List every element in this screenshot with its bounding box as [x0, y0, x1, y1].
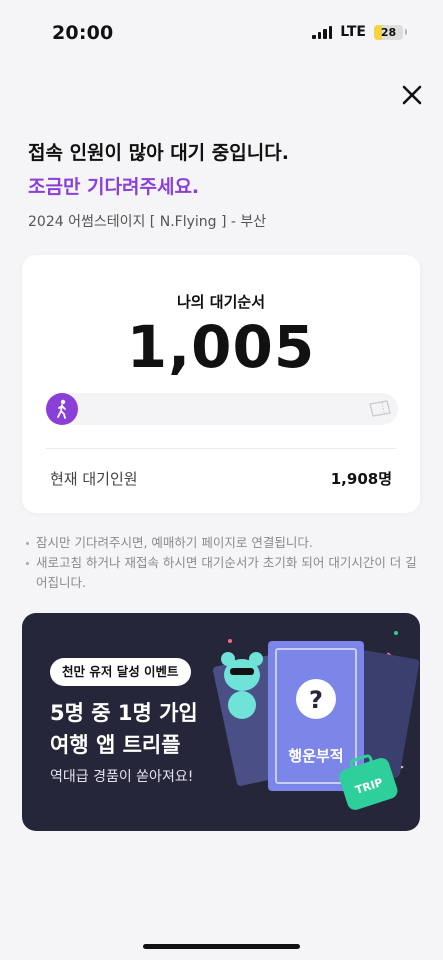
card-divider [46, 448, 396, 449]
banner-illustration: ? 행운부적 TRIP [213, 631, 420, 810]
notice-item: 잠시만 기다려주시면, 예매하기 페이지로 연결됩니다. [26, 533, 418, 553]
network-label: LTE [340, 24, 366, 40]
lucky-card-text: 행운부적 [288, 747, 343, 765]
lucky-card-symbol: ? [309, 686, 323, 714]
battery-level: 28 [380, 25, 397, 39]
home-indicator[interactable] [143, 944, 300, 949]
battery-tip [405, 29, 407, 35]
banner-subtitle: 역대급 경품이 쏟아져요! [50, 769, 194, 785]
status-time: 20:00 [52, 22, 114, 44]
waiting-count-label: 현재 대기인원 [50, 470, 138, 488]
status-bar: 20:00 LTE 28 [0, 0, 443, 64]
page-subtitle: 조금만 기다려주세요. [28, 176, 200, 198]
signal-icon [312, 25, 333, 39]
close-button[interactable] [399, 82, 425, 108]
battery-icon: 28 [374, 24, 403, 40]
waiting-count-value: 1,908명 [330, 470, 392, 488]
banner-title-line2: 여행 앱 트리플 [50, 733, 181, 757]
runner-icon [46, 393, 78, 425]
status-indicators: LTE 28 [312, 24, 407, 40]
queue-label: 나의 대기순서 [176, 293, 266, 311]
notice-list: 잠시만 기다려주시면, 예매하기 페이지로 연결됩니다. 새로고침 하거나 재접… [26, 533, 418, 593]
banner-title: 5명 중 1명 가입 여행 앱 트리플 [50, 697, 198, 761]
queue-number: 1,005 [126, 313, 316, 381]
queue-card: 나의 대기순서 1,005 현재 대기인원 1,908명 [22, 255, 420, 513]
promo-banner[interactable]: 천만 유저 달성 이벤트 5명 중 1명 가입 여행 앱 트리플 역대급 경품이… [22, 613, 420, 831]
close-icon [402, 85, 422, 105]
event-name: 2024 어썸스테이지 [ N.Flying ] - 부산 [28, 214, 267, 230]
ticket-icon [369, 400, 391, 417]
page-title: 접속 인원이 많아 대기 중입니다. [28, 142, 289, 164]
banner-pill: 천만 유저 달성 이벤트 [50, 658, 191, 686]
banner-title-line1: 5명 중 1명 가입 [50, 701, 198, 725]
queue-progress-bar [46, 393, 398, 425]
notice-item: 새로고침 하거나 재접속 하시면 대기순서가 초기화 되어 대기시간이 더 길어… [26, 553, 418, 593]
